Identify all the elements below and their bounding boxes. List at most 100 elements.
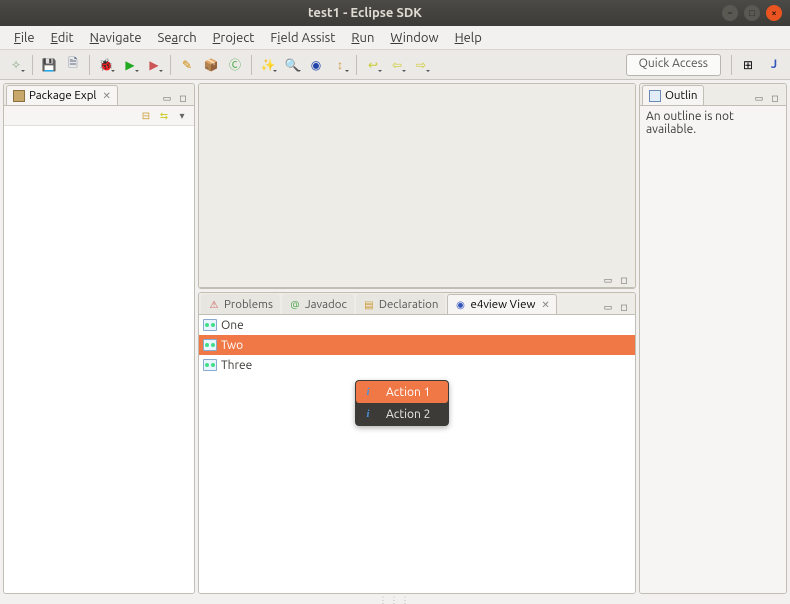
javadoc-icon: @ <box>289 299 301 311</box>
toolbar: ✧ 💾 🗎 🐞 ▶ ▶ ✎ 📦 Ⓒ ✨ 🔍 ◉ ↕ ↩ ⇦ ⇨ Quick Ac… <box>0 50 790 80</box>
close-icon[interactable]: ✕ <box>541 299 549 311</box>
view-menu-button[interactable]: ▾ <box>174 108 190 124</box>
toolbar-separator <box>170 55 171 75</box>
menu-navigate[interactable]: Navigate <box>82 29 150 47</box>
context-menu-item-action-1[interactable]: i Action 1 <box>356 381 448 403</box>
toolbar-separator <box>32 55 33 75</box>
context-menu-label: Action 2 <box>386 408 430 421</box>
tab-label: Problems <box>224 298 273 311</box>
context-menu-label: Action 1 <box>386 386 430 399</box>
menu-help[interactable]: Help <box>447 29 490 47</box>
new-button[interactable]: ✧ <box>5 54 27 76</box>
package-explorer-icon <box>13 90 25 102</box>
list-item[interactable]: Three <box>199 355 635 375</box>
menu-file[interactable]: File <box>6 29 43 47</box>
window-buttons: – □ × <box>722 5 782 21</box>
list-item[interactable]: One <box>199 315 635 335</box>
view-maximize-button[interactable]: ◻ <box>176 91 190 105</box>
outline-view: Outlin ▭ ◻ An outline is not available. <box>639 83 787 594</box>
search-button[interactable]: 🔍 <box>281 54 303 76</box>
debug-button[interactable]: 🐞 <box>95 54 117 76</box>
tab-label: Outlin <box>665 89 697 102</box>
tab-label: Declaration <box>379 298 439 311</box>
perspective-switcher: ⊞ J <box>736 54 786 76</box>
open-task-button[interactable]: ✎ <box>176 54 198 76</box>
toggle-breadcrumb-button[interactable]: ◉ <box>305 54 327 76</box>
quick-access-input[interactable]: Quick Access <box>626 54 721 76</box>
view-maximize-button[interactable]: ◻ <box>768 91 782 105</box>
run-last-button[interactable]: ▶ <box>143 54 165 76</box>
info-icon: i <box>362 408 374 420</box>
tab-package-explorer[interactable]: Package Expl ✕ <box>6 85 118 105</box>
open-type-button[interactable]: ✨ <box>257 54 279 76</box>
menubar: File Edit Navigate Search Project Field … <box>0 26 790 50</box>
menu-project[interactable]: Project <box>205 29 263 47</box>
menu-edit[interactable]: Edit <box>43 29 82 47</box>
open-perspective-button[interactable]: ⊞ <box>737 54 759 76</box>
tab-label: Javadoc <box>305 298 347 311</box>
problems-icon: ⚠ <box>208 299 220 311</box>
new-package-button[interactable]: 📦 <box>200 54 222 76</box>
e4view-icon: ◉ <box>454 299 466 311</box>
declaration-icon: ▤ <box>363 299 375 311</box>
view-maximize-button[interactable]: ◻ <box>617 273 631 287</box>
tab-label: e4view View <box>470 298 535 311</box>
tab-problems[interactable]: ⚠ Problems <box>201 294 280 314</box>
package-explorer-body <box>4 126 194 593</box>
save-button[interactable]: 💾 <box>38 54 60 76</box>
view-minimize-button[interactable]: ▭ <box>601 300 615 314</box>
close-icon[interactable]: ✕ <box>102 90 110 102</box>
window-title: test1 - Eclipse SDK <box>8 6 722 20</box>
menu-run[interactable]: Run <box>343 29 382 47</box>
bottom-view-stack: ⚠ Problems @ Javadoc ▤ Declaration ◉ e4v… <box>198 292 636 594</box>
list-item-label: One <box>221 319 244 332</box>
tab-e4view[interactable]: ◉ e4view View ✕ <box>447 294 556 314</box>
tab-javadoc[interactable]: @ Javadoc <box>282 294 354 314</box>
new-class-button[interactable]: Ⓒ <box>224 54 246 76</box>
back-button[interactable]: ⇦ <box>386 54 408 76</box>
view-minimize-button[interactable]: ▭ <box>601 273 615 287</box>
context-menu: i Action 1 i Action 2 <box>355 380 449 426</box>
view-minimize-button[interactable]: ▭ <box>160 91 174 105</box>
annotate-button[interactable]: ↕ <box>329 54 351 76</box>
node-icon <box>203 319 217 331</box>
tab-outline[interactable]: Outlin <box>642 85 704 105</box>
run-button[interactable]: ▶ <box>119 54 141 76</box>
link-editor-button[interactable]: ⇆ <box>156 108 172 124</box>
window-maximize-button[interactable]: □ <box>744 5 760 21</box>
menu-field-assist[interactable]: Field Assist <box>262 29 343 47</box>
e4view-list[interactable]: One Two Three <box>199 315 635 593</box>
window-minimize-button[interactable]: – <box>722 5 738 21</box>
save-all-button[interactable]: 🗎 <box>62 54 84 76</box>
node-icon <box>203 339 217 351</box>
outline-empty-text: An outline is not available. <box>646 110 734 136</box>
info-icon: i <box>362 386 374 398</box>
workspace: Package Expl ✕ ▭ ◻ ⊟ ⇆ ▾ <box>0 80 790 597</box>
toolbar-separator <box>731 55 732 75</box>
list-item-label: Two <box>221 339 243 352</box>
editor-area: ▭ ◻ <box>198 83 636 289</box>
node-icon <box>203 359 217 371</box>
bottom-drag-handle[interactable]: ⋮⋮⋮ <box>0 597 790 604</box>
titlebar: test1 - Eclipse SDK – □ × <box>0 0 790 26</box>
tab-declaration[interactable]: ▤ Declaration <box>356 294 446 314</box>
menu-window[interactable]: Window <box>382 29 446 47</box>
toolbar-separator <box>356 55 357 75</box>
outline-icon <box>649 90 661 102</box>
tab-label: Package Expl <box>29 89 96 102</box>
java-perspective-button[interactable]: J <box>763 54 785 76</box>
toolbar-separator <box>89 55 90 75</box>
package-explorer-view: Package Expl ✕ ▭ ◻ ⊟ ⇆ ▾ <box>3 83 195 594</box>
view-maximize-button[interactable]: ◻ <box>617 300 631 314</box>
outline-body: An outline is not available. <box>640 106 786 593</box>
toolbar-separator <box>251 55 252 75</box>
menu-search[interactable]: Search <box>150 29 205 47</box>
list-item[interactable]: Two <box>199 335 635 355</box>
forward-button[interactable]: ⇨ <box>410 54 432 76</box>
last-edit-button[interactable]: ↩ <box>362 54 384 76</box>
window-close-button[interactable]: × <box>766 5 782 21</box>
list-item-label: Three <box>221 359 252 372</box>
context-menu-item-action-2[interactable]: i Action 2 <box>356 403 448 425</box>
view-minimize-button[interactable]: ▭ <box>752 91 766 105</box>
collapse-all-button[interactable]: ⊟ <box>138 108 154 124</box>
